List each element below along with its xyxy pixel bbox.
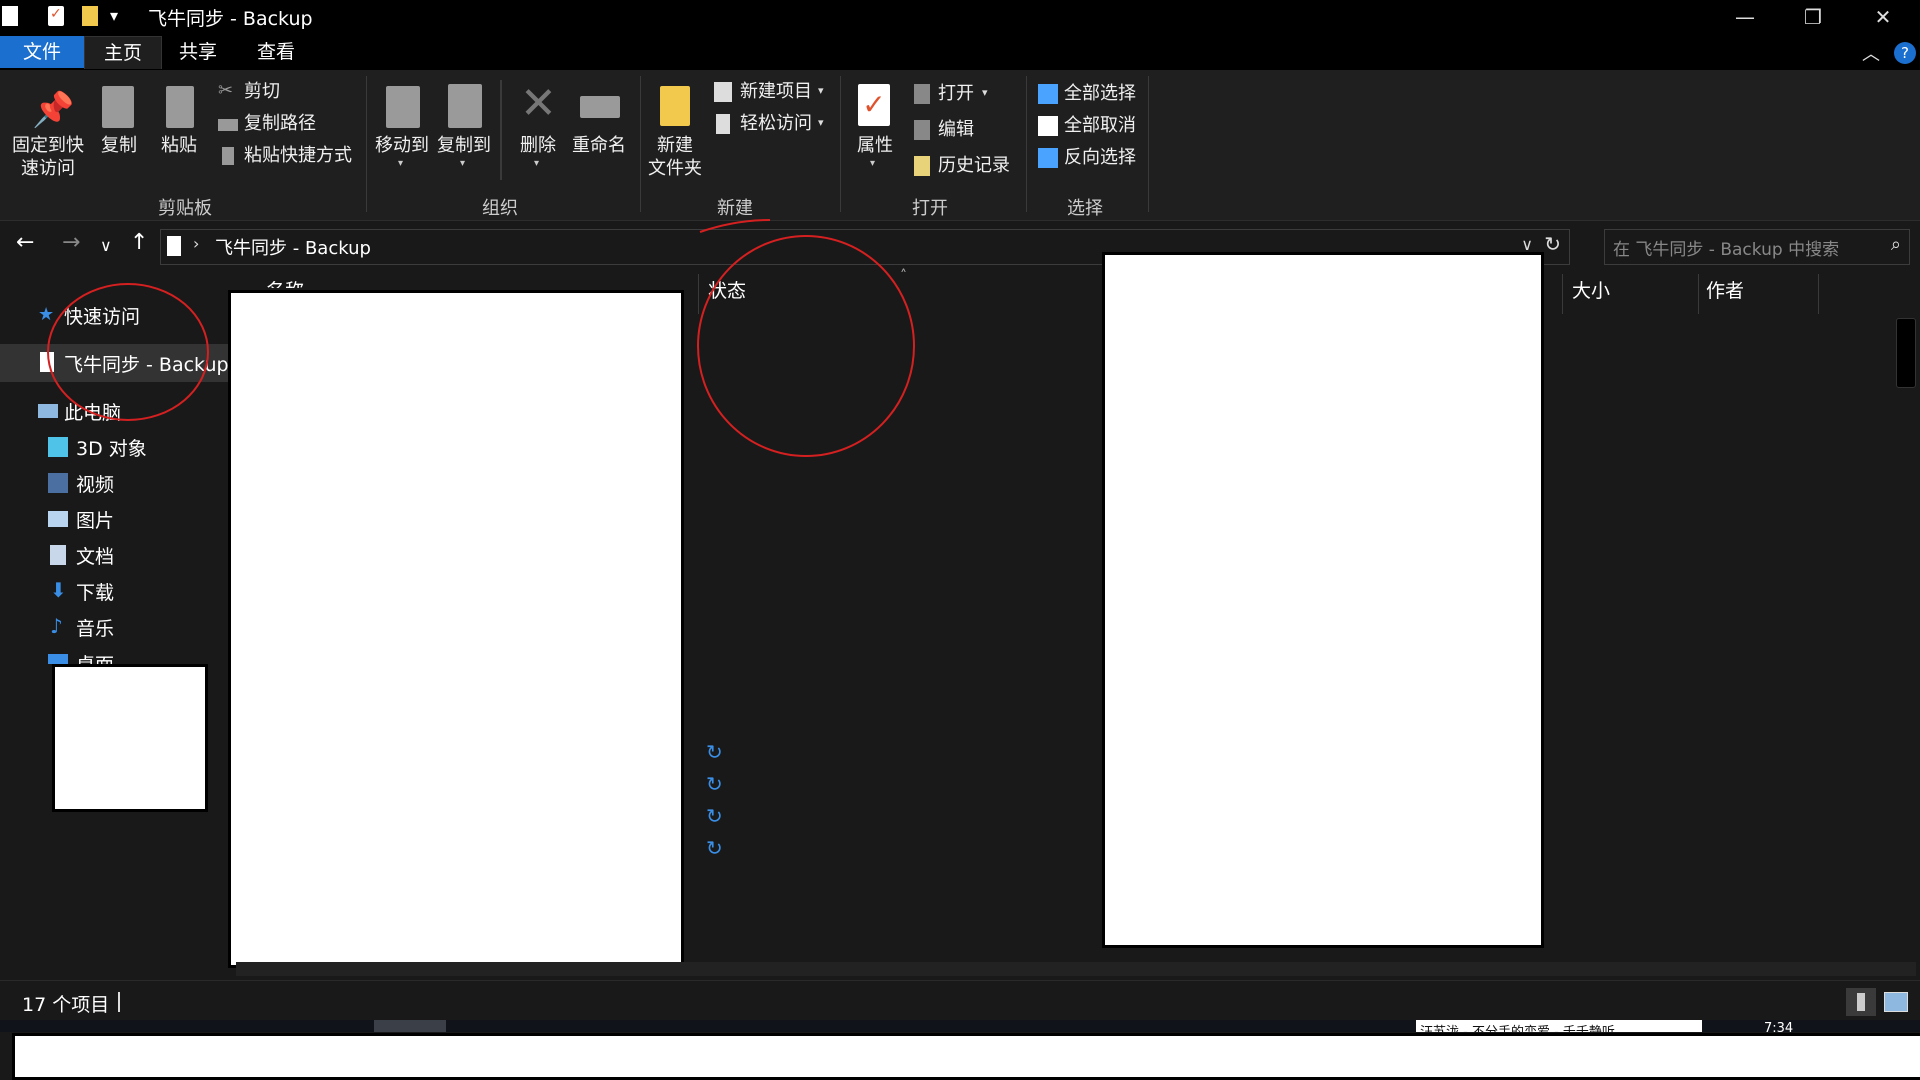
clock-text: 7:34 <box>1764 1021 1794 1032</box>
large-icons-view-icon[interactable] <box>1884 992 1908 1012</box>
song-title: 汪苏泷 - 不分手的恋爱 - 千千静听 <box>1420 1021 1615 1032</box>
details-view-icon[interactable] <box>1846 988 1876 1016</box>
item-count: 17 个项目 <box>22 994 110 1016</box>
taskbar-media-title[interactable]: 汪苏泷 - 不分手的恋爱 - 千千静听 <box>1416 1020 1702 1032</box>
status-divider <box>118 992 120 1012</box>
taskbar-clock: 7:34 <box>1762 1020 1822 1032</box>
taskbar-active-app[interactable] <box>374 1020 446 1032</box>
annotation-circle <box>697 235 915 457</box>
status-bar <box>0 980 1920 1021</box>
redaction-block <box>12 1033 1920 1080</box>
annotation-circle <box>47 283 209 421</box>
annotation-overlay <box>47 219 915 457</box>
annotation-stroke <box>699 219 771 233</box>
